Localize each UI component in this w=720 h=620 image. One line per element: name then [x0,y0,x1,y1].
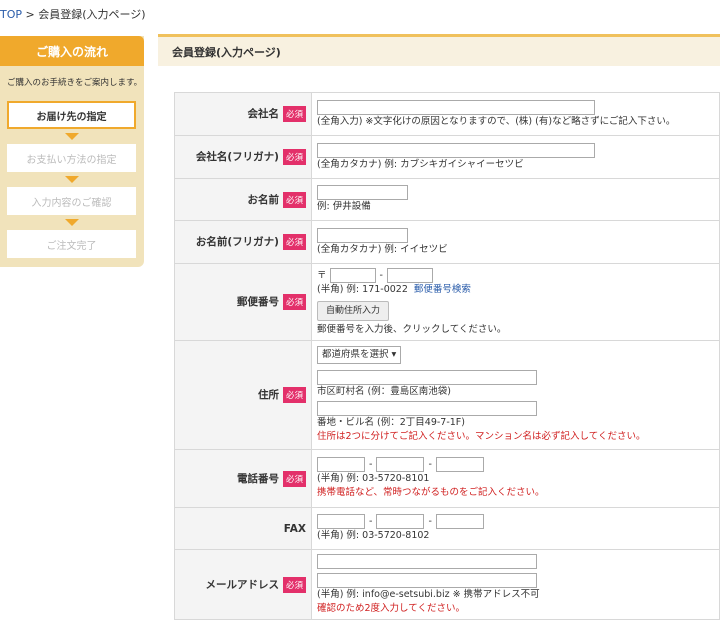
form-row-company: 会社名 必須 (全角入力) ※文字化けの原因となりますので、(株) (有)など略さ… [174,92,720,136]
step-arrow-icon [65,219,79,226]
phone-first-input[interactable] [317,457,365,472]
required-badge: 必須 [282,576,306,593]
form-row-phone: 電話番号 必須 - - (半角) 例: 03-5720-8101 携帯電話など、常時… [174,449,720,508]
sidebar-title: ご購入の流れ [0,36,144,66]
breadcrumb: TOP > 会員登録(入力ページ) [0,6,146,22]
phone-warning: 携帯電話など、常時つながるものをご記入ください。 [317,487,545,498]
breadcrumb-separator: > [22,8,39,21]
company-kana-input[interactable] [317,142,595,158]
phone-third-input[interactable] [435,457,484,472]
postal-code-first-input[interactable] [329,267,376,283]
required-badge: 必須 [282,191,306,208]
fax-third-input[interactable] [435,514,484,529]
required-badge: 必須 [282,470,306,487]
step-arrow-icon [65,133,79,140]
email-label: メールアドレス [205,578,279,591]
fax-dash: - [428,516,432,527]
required-badge: 必須 [282,294,306,310]
street-input[interactable] [317,401,537,416]
phone-label: 電話番号 [236,472,279,485]
postal-note: (半角) 例: 171-0022 [317,283,408,295]
postal-label: 郵便番号 [236,296,279,308]
email-input[interactable] [317,553,537,569]
phone-second-input[interactable] [376,457,425,472]
company-kana-label: 会社名(フリガナ) [195,151,279,163]
breadcrumb-top-link[interactable]: TOP [0,8,22,21]
company-label: 会社名 [247,108,279,120]
address-label: 住所 [257,389,279,401]
postal-search-link[interactable]: 郵便番号検索 [414,284,471,295]
fax-label: FAX [283,522,306,535]
form-row-postal: 郵便番号 必須 〒 - (半角) 例: 171-0022 郵便番号検索 自動住所入力… [174,263,720,341]
auto-address-button[interactable]: 自動住所入力 [317,300,390,321]
step-delivery-address: お届け先の指定 [7,101,136,129]
required-badge: 必須 [282,149,306,165]
company-kana-note: (全角カタカナ) 例: カブシキガイシャイーセツビ [317,158,524,170]
required-badge: 必須 [282,234,306,250]
address-warning: 住所は2つに分けてご記入ください。マンション名は必ず記入してください。 [317,431,646,442]
city-input[interactable] [317,370,537,385]
name-input[interactable] [317,185,408,200]
step-arrow-icon [65,176,79,183]
page-title: 会員登録(入力ページ) [158,34,720,66]
city-note: 市区町村名 (例：豊島区南池袋) [317,386,451,397]
step-confirm: 入力内容のご確認 [7,187,136,215]
required-badge: 必須 [282,106,306,122]
street-note: 番地・ビル名 (例：2丁目49-7-1F) [317,417,465,428]
form-row-address: 住所 必須 都道府県を選択 ▾ 市区町村名 (例：豊島区南池袋) 番地・ビル名 (… [174,340,720,450]
name-label: お名前 [247,193,279,206]
phone-dash: - [428,459,432,470]
fax-second-input[interactable] [376,514,425,529]
form-row-name-kana: お名前(フリガナ) 必須 (全角カタカナ) 例: イイセツビ [174,220,720,264]
name-kana-label: お名前(フリガナ) [195,236,279,248]
form-row-email: メールアドレス 必須 (半角) 例: info@e-setsubi.biz ※ 携… [174,549,720,620]
postal-dash: - [379,269,383,281]
email-warning: 確認のため2度入力してください。 [317,602,465,614]
purchase-flow-sidebar: ご購入の流れ ご購入のお手続きをご案内します。 お届け先の指定 お支払い方法の指… [0,36,144,267]
email-note: (半角) 例: info@e-setsubi.biz ※ 携帯アドレス不可 [317,588,540,600]
fax-dash: - [369,516,373,527]
step-payment-method: お支払い方法の指定 [7,144,136,172]
name-kana-input[interactable] [317,227,408,243]
email-confirm-input[interactable] [317,572,537,588]
form-row-fax: FAX - - (半角) 例: 03-5720-8102 [174,507,720,550]
form-row-company-kana: 会社名(フリガナ) 必須 (全角カタカナ) 例: カブシキガイシャイーセツビ [174,135,720,179]
postal-prefix: 〒 [317,269,327,281]
required-badge: 必須 [282,387,306,403]
form-row-name: お名前 必須 例: 伊井設備 [174,178,720,221]
fax-first-input[interactable] [317,514,365,529]
breadcrumb-current: 会員登録(入力ページ) [38,8,146,21]
sidebar-description: ご購入のお手続きをご案内します。 [7,78,143,88]
auto-address-note: 郵便番号を入力後、クリックしてください。 [317,323,507,335]
phone-dash: - [369,459,373,470]
phone-note: (半角) 例: 03-5720-8101 [317,473,430,484]
name-note: 例: 伊井設備 [317,201,371,212]
company-note: (全角入力) ※文字化けの原因となりますので、(株) (有)など略さずにご記入下… [317,115,676,127]
fax-note: (半角) 例: 03-5720-8102 [317,530,430,541]
step-complete: ご注文完了 [7,230,136,258]
name-kana-note: (全角カタカナ) 例: イイセツビ [317,243,448,255]
registration-form: 会社名 必須 (全角入力) ※文字化けの原因となりますので、(株) (有)など略さ… [174,92,720,620]
prefecture-select[interactable]: 都道府県を選択 ▾ [317,346,402,364]
company-input[interactable] [317,99,595,115]
postal-code-second-input[interactable] [386,267,433,283]
